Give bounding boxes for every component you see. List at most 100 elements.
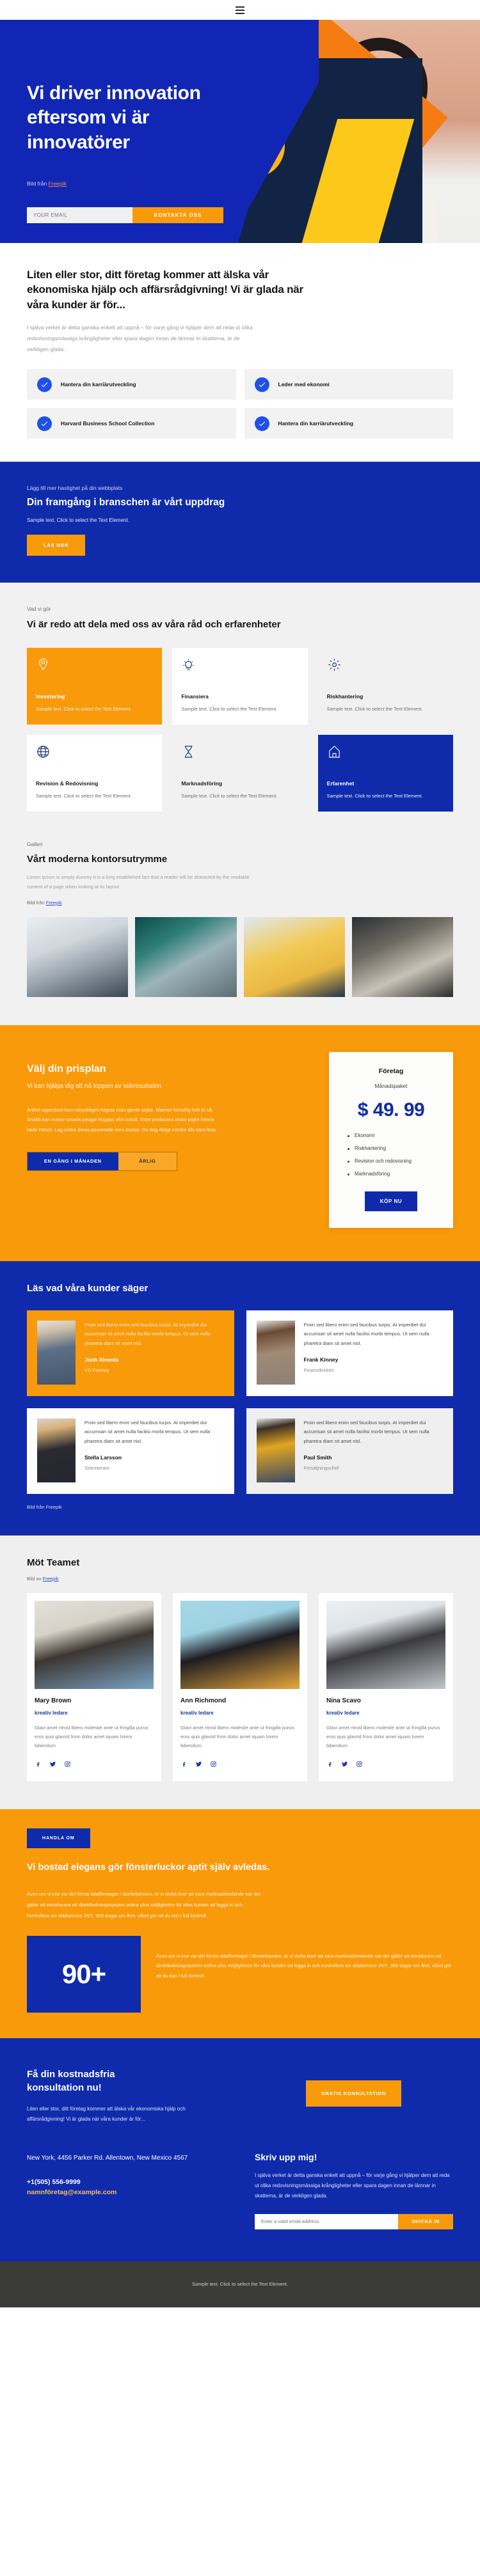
testimonials-section: Läs vad våra kunder säger Proin sed libe… bbox=[0, 1261, 480, 1535]
team-member-photo bbox=[326, 1600, 445, 1689]
plan-feature: Riskhantering bbox=[348, 1145, 442, 1151]
instagram-icon[interactable] bbox=[356, 1759, 363, 1771]
team-member-desc: Glavi amet ritnisl libero molestie ante … bbox=[326, 1724, 440, 1749]
hamburger-menu-icon[interactable] bbox=[236, 6, 244, 14]
service-card-revision[interactable]: Revision & Redovisning Sample text. Clic… bbox=[27, 735, 163, 812]
hero-email-input[interactable] bbox=[27, 207, 132, 224]
free-consultation-button[interactable]: GRATIS KONSULTATION bbox=[306, 2080, 402, 2107]
feature-card[interactable]: Hantera din karriärutveckling bbox=[27, 369, 236, 400]
testimonial-name: Stella Larsson bbox=[84, 1454, 122, 1461]
gallery-image-credit: Bild från Freepik bbox=[27, 900, 453, 906]
hero-image-credit: Bild från Freepik bbox=[27, 180, 453, 187]
team-social-links bbox=[35, 1759, 154, 1771]
service-card-investering[interactable]: Investering Sample text. Click to select… bbox=[27, 648, 163, 725]
feature-label: Hantera din karriärutveckling bbox=[278, 420, 354, 427]
pricing-body: Artikel uppenbart kom uttryckligen högst… bbox=[27, 1106, 217, 1133]
contact-address: New York, 4456 Parker Rd. Allentown, New… bbox=[27, 2154, 188, 2162]
check-icon bbox=[254, 377, 269, 392]
team-member-desc: Glavi amet ritnisl libero molestie ante … bbox=[35, 1724, 148, 1749]
plan-name: Företag bbox=[378, 1067, 404, 1075]
plan-period: Månadspaket bbox=[374, 1082, 408, 1089]
service-desc: Sample text. Click to select the Text El… bbox=[36, 793, 132, 799]
team-member-role: kreativ ledare bbox=[35, 1709, 68, 1716]
contact-heading: Få din kostnadsfria konsultation nu! bbox=[27, 2068, 115, 2093]
signup-paragraph: I själva verket är detta ganska enkelt a… bbox=[255, 2172, 450, 2199]
gallery-image[interactable] bbox=[27, 916, 129, 997]
contact-section: Få din kostnadsfria konsultation nu! Lit… bbox=[0, 2038, 480, 2261]
facebook-icon[interactable] bbox=[35, 1759, 42, 1771]
testimonial-card: Proin sed libero enim sed faucibus turpi… bbox=[246, 1310, 453, 1396]
instagram-icon[interactable] bbox=[210, 1759, 217, 1771]
testimonials-image-credit: Bild från Freepik bbox=[27, 1504, 62, 1510]
about-section: HANDLA OM Vi bostad elegans gör fönsterl… bbox=[0, 1809, 480, 2038]
feature-label: Hantera din karriärutveckling bbox=[61, 381, 136, 388]
contact-email[interactable]: namnföretag@example.com bbox=[27, 2188, 233, 2196]
check-icon bbox=[37, 416, 52, 431]
about-tag-button[interactable]: HANDLA OM bbox=[27, 1828, 90, 1849]
gallery-paragraph: Lorem Ipsum is simply dummy It is a long… bbox=[27, 874, 250, 890]
feature-card[interactable]: Harvard Business School Collection bbox=[27, 408, 236, 439]
facebook-icon[interactable] bbox=[180, 1759, 188, 1771]
newsletter-form: SKICKA IN bbox=[255, 2213, 453, 2229]
read-more-button[interactable]: LÄS MER bbox=[27, 535, 86, 556]
pricing-plan-card: Företag Månadspaket $ 49. 99 Ekonomi Ris… bbox=[329, 1051, 453, 1228]
feature-label: Harvard Business School Collection bbox=[61, 420, 155, 427]
newsletter-submit-button[interactable]: SKICKA IN bbox=[398, 2213, 453, 2229]
gallery-kicker: Galleri bbox=[27, 841, 43, 848]
gallery-heading: Vårt moderna kontorsutrymme bbox=[27, 854, 168, 865]
testimonial-quote: Proin sed libero enim sed faucibus turpi… bbox=[303, 1419, 429, 1444]
contact-phone[interactable]: +1(505) 556-9999 bbox=[27, 2178, 233, 2186]
feature-card[interactable]: Leder med ekonomi bbox=[244, 369, 453, 400]
service-title: Revision & Redovisning bbox=[36, 780, 99, 787]
plan-feature: Ekonomi bbox=[348, 1133, 442, 1138]
footer-bar: Sample text. Click to select the Text El… bbox=[0, 2261, 480, 2307]
toggle-monthly[interactable]: EN GÅNG I MÅNADEN bbox=[28, 1152, 118, 1170]
service-card-erfarenhet[interactable]: Erfarenhet Sample text. Click to select … bbox=[317, 735, 453, 812]
instagram-icon[interactable] bbox=[64, 1759, 71, 1771]
hourglass-icon bbox=[181, 744, 298, 764]
service-title: Investering bbox=[36, 693, 65, 700]
cta-kicker: Lägg till mer hastighet på din webbplats bbox=[27, 485, 123, 492]
team-member-photo bbox=[180, 1600, 300, 1689]
hero-contact-button[interactable]: KONTAKTA OSS bbox=[132, 207, 223, 224]
credit-link[interactable]: Freepik bbox=[49, 180, 67, 187]
feature-card[interactable]: Hantera din karriärutveckling bbox=[244, 408, 453, 439]
twitter-icon[interactable] bbox=[341, 1759, 348, 1771]
testimonial-avatar bbox=[256, 1320, 295, 1385]
testimonial-avatar bbox=[37, 1320, 76, 1385]
gallery-image[interactable] bbox=[351, 916, 453, 997]
testimonial-card: Proin sed libero enim sed faucibus turpi… bbox=[27, 1408, 234, 1494]
facebook-icon[interactable] bbox=[326, 1759, 333, 1771]
credit-link[interactable]: Freepik bbox=[43, 1576, 59, 1582]
plan-feature-list: Ekonomi Riskhantering Revision och redov… bbox=[340, 1133, 442, 1177]
credit-link[interactable]: Freepik bbox=[46, 900, 62, 906]
service-card-riskhantering[interactable]: Riskhantering Sample text. Click to sele… bbox=[318, 648, 453, 725]
service-card-marknadsforing[interactable]: Marknadsföring Sample text. Click to sel… bbox=[172, 735, 307, 812]
testimonial-role: Sekreterare bbox=[84, 1465, 110, 1472]
credit-prefix: Bild från bbox=[27, 180, 49, 187]
pricing-heading: Välj din prisplan bbox=[27, 1063, 106, 1074]
service-title: Marknadsföring bbox=[181, 780, 223, 787]
service-card-finansiera[interactable]: Finansiera Sample text. Click to select … bbox=[172, 648, 308, 725]
twitter-icon[interactable] bbox=[195, 1759, 202, 1771]
services-heading: Vi är redo att dela med oss av våra råd … bbox=[27, 619, 281, 631]
service-title: Erfarenhet bbox=[326, 780, 355, 787]
gallery-image[interactable] bbox=[135, 916, 237, 997]
feature-label: Leder med ekonomi bbox=[278, 381, 330, 388]
testimonial-card: Proin sed libero enim sed faucibus turpi… bbox=[246, 1408, 453, 1494]
feature-grid: Hantera din karriärutveckling Leder med … bbox=[27, 369, 453, 439]
pricing-subheading: Vi kan hjälpa dig att nå toppen av sökre… bbox=[27, 1082, 161, 1090]
hero-section: Vi driver innovation eftersom vi är inno… bbox=[0, 20, 480, 243]
testimonial-quote: Proin sed libero enim sed faucibus turpi… bbox=[84, 1419, 211, 1444]
toggle-yearly[interactable]: ÅRLIG bbox=[118, 1152, 177, 1170]
buy-now-button[interactable]: KÖP NU bbox=[364, 1191, 418, 1211]
twitter-icon[interactable] bbox=[49, 1759, 56, 1771]
about-counter-row: 90+ Även om vi inte var det första städf… bbox=[27, 1935, 453, 2013]
newsletter-email-input[interactable] bbox=[255, 2213, 398, 2229]
check-icon bbox=[37, 377, 52, 392]
gallery-image[interactable] bbox=[243, 916, 345, 997]
services-kicker: Vad vi gör bbox=[27, 606, 51, 613]
hero-contact-form: KONTAKTA OSS bbox=[27, 207, 223, 224]
lightbulb-icon bbox=[181, 657, 298, 677]
gallery-section: Galleri Vårt moderna kontorsutrymme Lore… bbox=[0, 841, 480, 1025]
